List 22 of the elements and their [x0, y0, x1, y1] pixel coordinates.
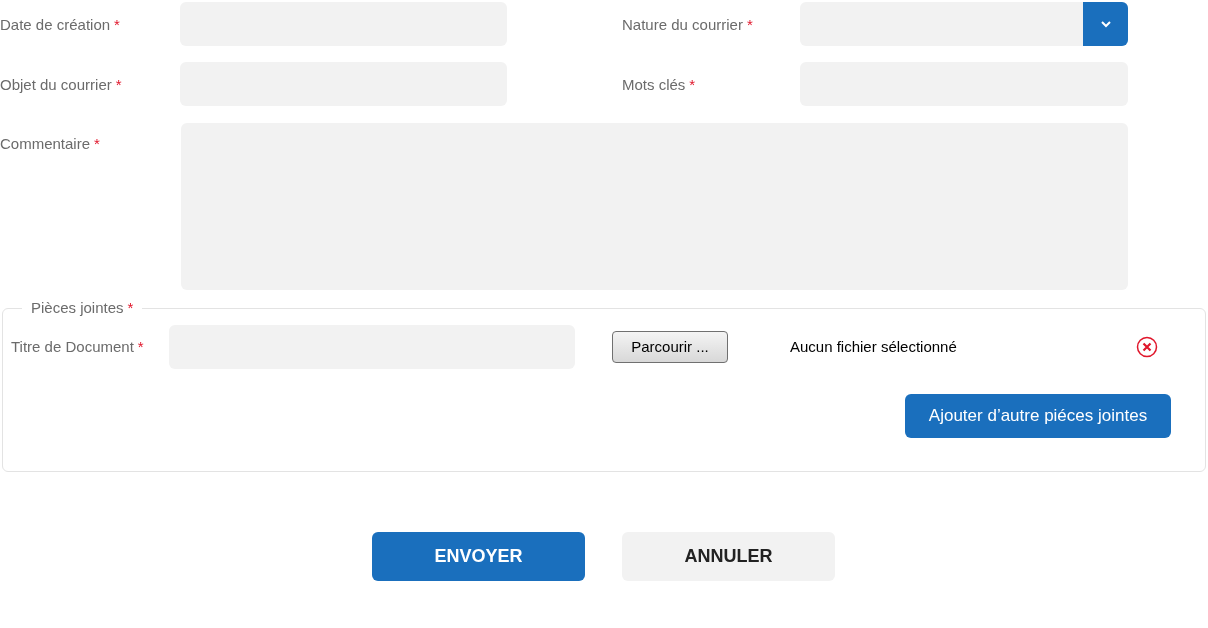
file-status-text: Aucun fichier sélectionné	[790, 336, 958, 357]
required-mark: *	[746, 15, 753, 35]
required-mark: *	[115, 75, 122, 95]
field-label: Titre de Document	[11, 336, 134, 357]
add-attachment-button[interactable]: Ajouter d’autre piéces jointes	[905, 394, 1171, 438]
required-mark: *	[689, 75, 696, 95]
required-mark: *	[94, 134, 100, 154]
field-label: Date de création	[0, 15, 111, 35]
required-mark: *	[127, 298, 134, 318]
send-button[interactable]: ENVOYER	[372, 532, 585, 581]
field-label: Objet du courrier	[0, 75, 112, 95]
select-field[interactable]	[800, 2, 1128, 46]
field-label: Mots clés	[622, 75, 686, 95]
field-label: Nature du courrier	[622, 15, 743, 35]
chevron-down-icon	[1099, 20, 1112, 28]
browse-button[interactable]: Parcourir ...	[612, 331, 728, 363]
field-label: Commentaire	[0, 134, 91, 154]
cancel-button[interactable]: ANNULER	[622, 532, 835, 581]
field-label: Pièces jointes	[31, 298, 124, 318]
required-mark: *	[114, 15, 120, 35]
remove-icon[interactable]	[1136, 336, 1158, 358]
required-mark: *	[137, 336, 144, 357]
